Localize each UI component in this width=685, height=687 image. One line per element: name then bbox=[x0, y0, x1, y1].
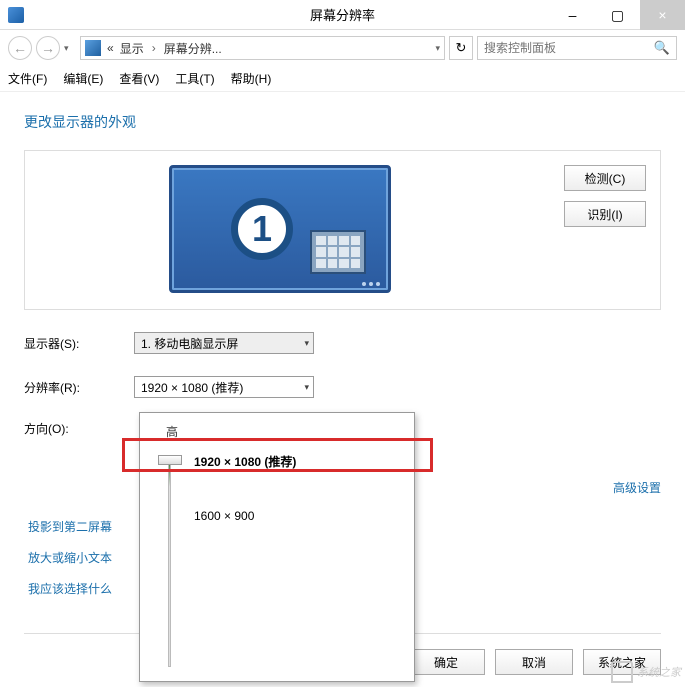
back-button[interactable]: ← bbox=[8, 36, 32, 60]
slider-thumb[interactable] bbox=[158, 455, 182, 465]
minimize-button[interactable]: – bbox=[550, 0, 595, 30]
resolution-option-1920[interactable]: 1920 × 1080 (推荐) bbox=[194, 453, 296, 470]
monitor-preview[interactable]: 1 bbox=[169, 165, 391, 293]
search-box[interactable]: 🔍 bbox=[477, 36, 677, 60]
link-project-second-screen[interactable]: 投影到第二屏幕 bbox=[28, 518, 112, 535]
search-input[interactable] bbox=[484, 41, 654, 55]
forward-button[interactable]: → bbox=[36, 36, 60, 60]
resolution-label: 分辨率(R): bbox=[24, 379, 134, 396]
orientation-label: 方向(O): bbox=[24, 420, 134, 437]
search-icon[interactable]: 🔍 bbox=[654, 40, 670, 56]
app-icon bbox=[8, 7, 24, 23]
breadcrumb-resolution[interactable]: 屏幕分辨... bbox=[164, 40, 222, 57]
display-select[interactable]: 1. 移动电脑显示屏 ▾ bbox=[134, 332, 314, 354]
resolution-select[interactable]: 1920 × 1080 (推荐) ▾ bbox=[134, 376, 314, 398]
breadcrumb-display[interactable]: 显示 bbox=[120, 40, 144, 57]
folder-icon bbox=[85, 40, 101, 56]
chevron-down-icon: ▾ bbox=[304, 382, 309, 393]
menu-file[interactable]: 文件(F) bbox=[8, 70, 47, 87]
resolution-slider[interactable] bbox=[158, 455, 182, 675]
cancel-button[interactable]: 取消 bbox=[495, 649, 573, 675]
detect-button[interactable]: 检测(C) bbox=[564, 165, 646, 191]
resolution-high-label: 高 bbox=[140, 413, 414, 440]
ok-button[interactable]: 确定 bbox=[407, 649, 485, 675]
chevron-down-icon: ▾ bbox=[304, 338, 309, 349]
display-label: 显示器(S): bbox=[24, 335, 134, 352]
monitor-dots-icon bbox=[362, 282, 380, 286]
display-value: 1. 移动电脑显示屏 bbox=[141, 335, 238, 352]
breadcrumb-prefix: « bbox=[107, 41, 114, 55]
address-dropdown-icon[interactable]: ▾ bbox=[435, 43, 440, 54]
menu-edit[interactable]: 编辑(E) bbox=[63, 70, 103, 87]
monitor-preview-area: 1 检测(C) 识别(I) bbox=[24, 150, 661, 310]
refresh-button[interactable]: ↻ bbox=[449, 36, 473, 60]
resolution-value: 1920 × 1080 (推荐) bbox=[141, 379, 243, 396]
maximize-button[interactable]: ▢ bbox=[595, 0, 640, 30]
link-text-size[interactable]: 放大或缩小文本 bbox=[28, 549, 112, 566]
apply-button[interactable]: 系统之家 bbox=[583, 649, 661, 675]
resolution-dropdown-popup: 高 1920 × 1080 (推荐) 1600 × 900 bbox=[139, 412, 415, 682]
address-bar[interactable]: « 显示 › 屏幕分辨... ▾ bbox=[80, 36, 445, 60]
keyboard-icon bbox=[310, 230, 366, 274]
menu-view[interactable]: 查看(V) bbox=[119, 70, 159, 87]
nav-history-dropdown[interactable]: ▾ bbox=[64, 43, 76, 54]
menu-help[interactable]: 帮助(H) bbox=[231, 70, 272, 87]
slider-track bbox=[168, 461, 171, 667]
identify-button[interactable]: 识别(I) bbox=[564, 201, 646, 227]
page-heading: 更改显示器的外观 bbox=[24, 112, 661, 132]
resolution-option-1600[interactable]: 1600 × 900 bbox=[194, 509, 254, 523]
monitor-number-badge: 1 bbox=[231, 198, 293, 260]
advanced-settings-link[interactable]: 高级设置 bbox=[613, 479, 661, 496]
window-title: 屏幕分辨率 bbox=[310, 5, 375, 24]
menu-tools[interactable]: 工具(T) bbox=[175, 70, 214, 87]
link-what-to-choose[interactable]: 我应该选择什么 bbox=[28, 580, 112, 597]
breadcrumb-sep: › bbox=[152, 41, 156, 55]
close-button[interactable]: × bbox=[640, 0, 685, 30]
